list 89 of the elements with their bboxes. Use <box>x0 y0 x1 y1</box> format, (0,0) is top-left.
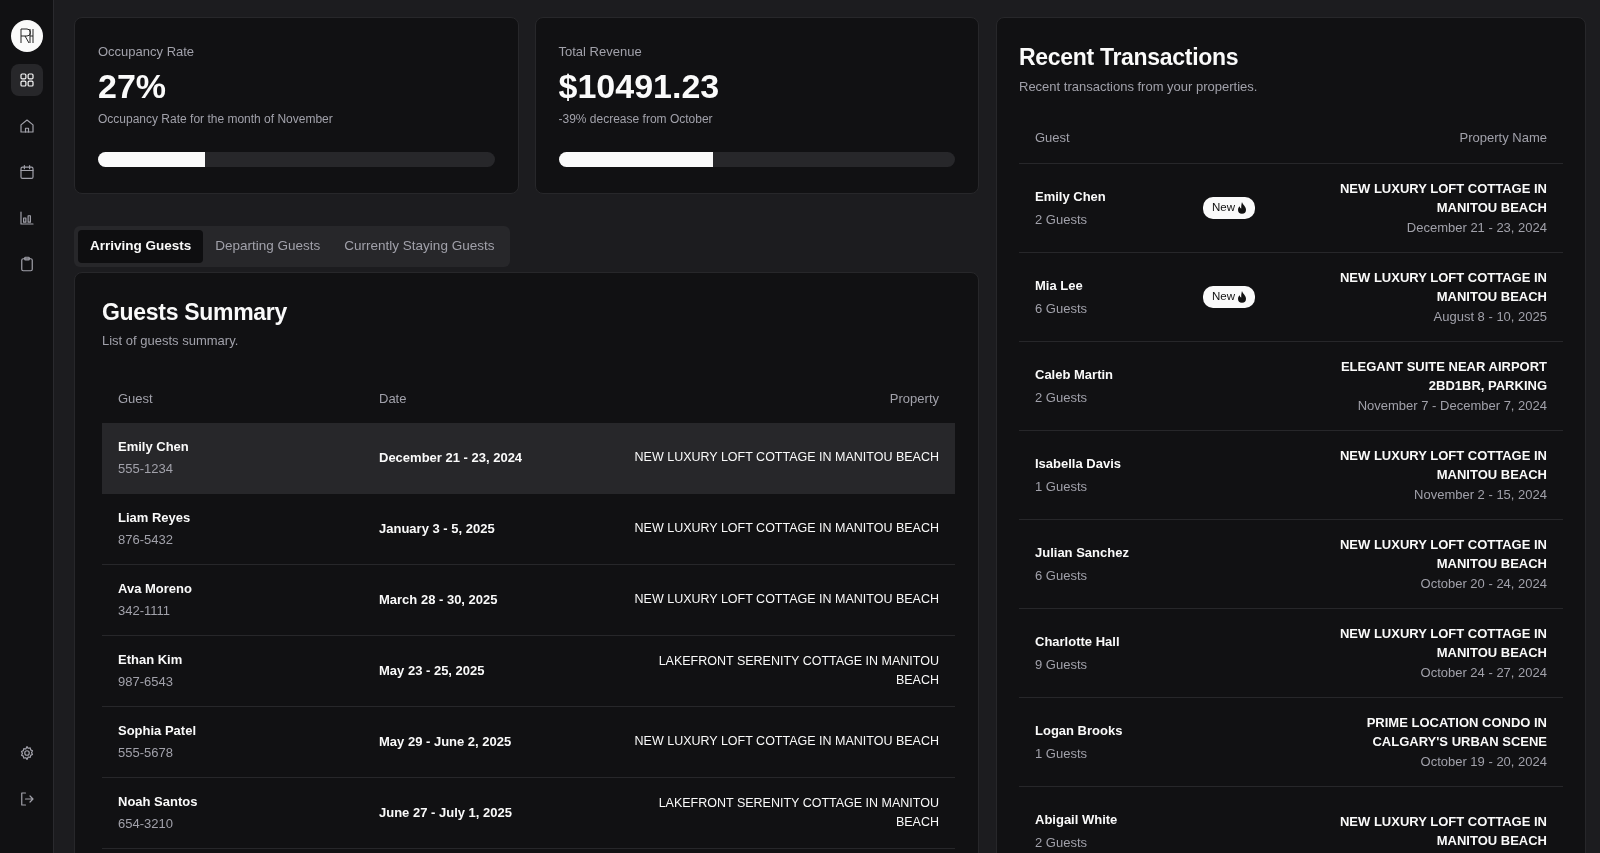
card-title: Recent Transactions <box>1019 44 1239 70</box>
property-name: NEW LUXURY LOFT COTTAGE IN MANITOU BEACH <box>1339 180 1547 216</box>
property-name: NEW LUXURY LOFT COTTAGE IN MANITOU BEACH <box>1339 447 1547 483</box>
stay-dates: January 3 - 5, 2025 <box>379 520 495 536</box>
stay-dates: November 2 - 15, 2024 <box>1414 486 1547 502</box>
stat-value: $10491.23 <box>558 66 720 105</box>
guest-phone: 342-1111 <box>118 603 171 619</box>
new-badge: New <box>1203 197 1255 219</box>
stay-dates: October 24 - 27, 2024 <box>1420 664 1547 680</box>
guest-phone: 654-3210 <box>118 816 173 832</box>
property-name: NEW LUXURY LOFT COTTAGE IN MANITOU BEACH <box>1339 536 1547 572</box>
guest-count: 2 Guests <box>1035 389 1088 405</box>
card-title: Guests Summary <box>102 298 287 325</box>
table-row[interactable]: Ava Moreno 342-1111 March 28 - 30, 2025 NEW LUXURY LOFT COTTAGE IN MANITOU BEACH <box>102 564 955 636</box>
guest-phone: 987-6543 <box>118 674 173 690</box>
guest-name: Logan Brooks <box>1035 723 1123 738</box>
flame-icon <box>1237 202 1247 214</box>
stat-value: 27% <box>98 66 167 105</box>
guest-name: Ava Moreno <box>118 580 192 596</box>
flame-icon <box>1237 291 1247 303</box>
guest-count: 9 Guests <box>1035 656 1088 672</box>
table-row[interactable]: Ethan Kim 987-6543 May 23 - 25, 2025 LAKEFRONT SERENITY COTTAGE IN MANITOU BEACH <box>102 635 955 707</box>
guest-name: Liam Reyes <box>118 509 191 525</box>
stay-dates: October 20 - 24, 2024 <box>1420 575 1547 591</box>
guest-phone: 876-5432 <box>118 532 173 548</box>
stat-label: Occupancy Rate <box>98 44 195 59</box>
card-subtitle: Recent transactions from your properties. <box>1019 78 1258 94</box>
column-header: Property Name <box>1459 128 1547 147</box>
stay-dates: March 28 - 30, 2025 <box>379 591 498 607</box>
stay-dates: December 21 - 23, 2024 <box>379 449 523 465</box>
stay-dates: May 23 - 25, 2025 <box>379 662 485 678</box>
dashboard-icon <box>17 71 36 89</box>
logo <box>10 20 43 52</box>
stat-caption: -39% decrease from October <box>558 112 713 127</box>
guest-count: 2 Guests <box>1035 834 1088 850</box>
guest-name: Mia Lee <box>1035 278 1083 293</box>
property-name: NEW LUXURY LOFT COTTAGE IN MANITOU BEACH <box>634 592 939 607</box>
nav-button[interactable] <box>10 64 43 96</box>
stay-dates: August 8 - 10, 2025 <box>1433 308 1547 324</box>
guest-count: 1 Guests <box>1035 745 1088 761</box>
calendar-icon <box>17 163 36 181</box>
stat-caption: Occupancy Rate for the month of November <box>98 112 333 127</box>
column-header: Date <box>379 390 407 406</box>
property-name: NEW LUXURY LOFT COTTAGE IN MANITOU BEACH <box>1339 813 1547 848</box>
stat-label: Total Revenue <box>558 44 642 59</box>
guest-count: 6 Guests <box>1035 567 1088 583</box>
stay-dates: November 7 - December 7, 2024 <box>1357 397 1547 413</box>
guest-phone: 555-1234 <box>118 461 173 477</box>
guest-name: Charlotte Hall <box>1035 634 1120 649</box>
tab[interactable]: Arriving Guests <box>78 230 204 263</box>
tab[interactable]: Departing Guests <box>203 230 333 263</box>
stay-dates: December 21 - 23, 2024 <box>1406 219 1547 235</box>
card-subtitle: List of guests summary. <box>102 333 239 349</box>
guest-name: Caleb Martin <box>1035 367 1113 382</box>
new-badge: New <box>1203 286 1255 308</box>
guest-name: Noah Santos <box>118 793 198 809</box>
stay-dates: June 27 - July 1, 2025 <box>379 804 512 820</box>
column-header: Property <box>889 390 939 406</box>
property-name: NEW LUXURY LOFT COTTAGE IN MANITOU BEACH <box>1339 269 1547 305</box>
guest-count: 2 Guests <box>1035 211 1088 227</box>
stay-dates: October 19 - 20, 2024 <box>1420 753 1547 769</box>
property-name: NEW LUXURY LOFT COTTAGE IN MANITOU BEACH <box>1339 625 1547 661</box>
property-name: NEW LUXURY LOFT COTTAGE IN MANITOU BEACH <box>634 734 939 749</box>
guest-count: 6 Guests <box>1035 300 1088 316</box>
table-row[interactable]: Emily Chen 555-1234 December 21 - 23, 2024 NEW LUXURY LOFT COTTAGE IN MANITOU BEACH <box>102 422 955 494</box>
table-row[interactable]: Sophia Patel 555-5678 May 29 - June 2, 2025 NEW LUXURY LOFT COTTAGE IN MANITOU BEACH <box>102 706 955 778</box>
home-icon <box>17 117 36 135</box>
guest-name: Emily Chen <box>118 438 189 454</box>
table-row[interactable]: Noah Santos 654-3210 June 27 - July 1, 2025 LAKEFRONT SERENITY COTTAGE IN MANITOU BEACH <box>102 777 955 849</box>
property-name: LAKEFRONT SERENITY COTTAGE IN MANITOU BEACH <box>658 795 939 829</box>
guest-phone: 555-5678 <box>118 745 173 761</box>
tab[interactable]: Currently Staying Guests <box>332 230 507 263</box>
guest-name: Ethan Kim <box>118 651 183 667</box>
column-header: Guest <box>118 390 153 406</box>
guest-name: Isabella Davis <box>1035 456 1121 471</box>
property-name: NEW LUXURY LOFT COTTAGE IN MANITOU BEACH <box>634 450 939 465</box>
property-name: NEW LUXURY LOFT COTTAGE IN MANITOU BEACH <box>634 521 939 536</box>
guest-name: Emily Chen <box>1035 189 1106 204</box>
bar-chart-icon <box>17 209 36 227</box>
guest-count: 1 Guests <box>1035 478 1088 494</box>
guest-name: Julian Sanchez <box>1035 545 1129 560</box>
column-header: Guest <box>1035 128 1070 147</box>
guest-name: Abigail White <box>1035 812 1118 827</box>
stay-dates: May 29 - June 2, 2025 <box>379 733 512 749</box>
property-name: PRIME LOCATION CONDO IN CALGARY'S URBAN SCENE <box>1366 714 1547 750</box>
property-name: ELEGANT SUITE NEAR AIRPORT 2BD1BR, PARKING <box>1340 358 1547 394</box>
table-row[interactable]: Liam Reyes 876-5432 January 3 - 5, 2025 NEW LUXURY LOFT COTTAGE IN MANITOU BEACH <box>102 493 955 565</box>
guest-name: Sophia Patel <box>118 722 197 738</box>
property-name: LAKEFRONT SERENITY COTTAGE IN MANITOU BEACH <box>658 653 939 687</box>
